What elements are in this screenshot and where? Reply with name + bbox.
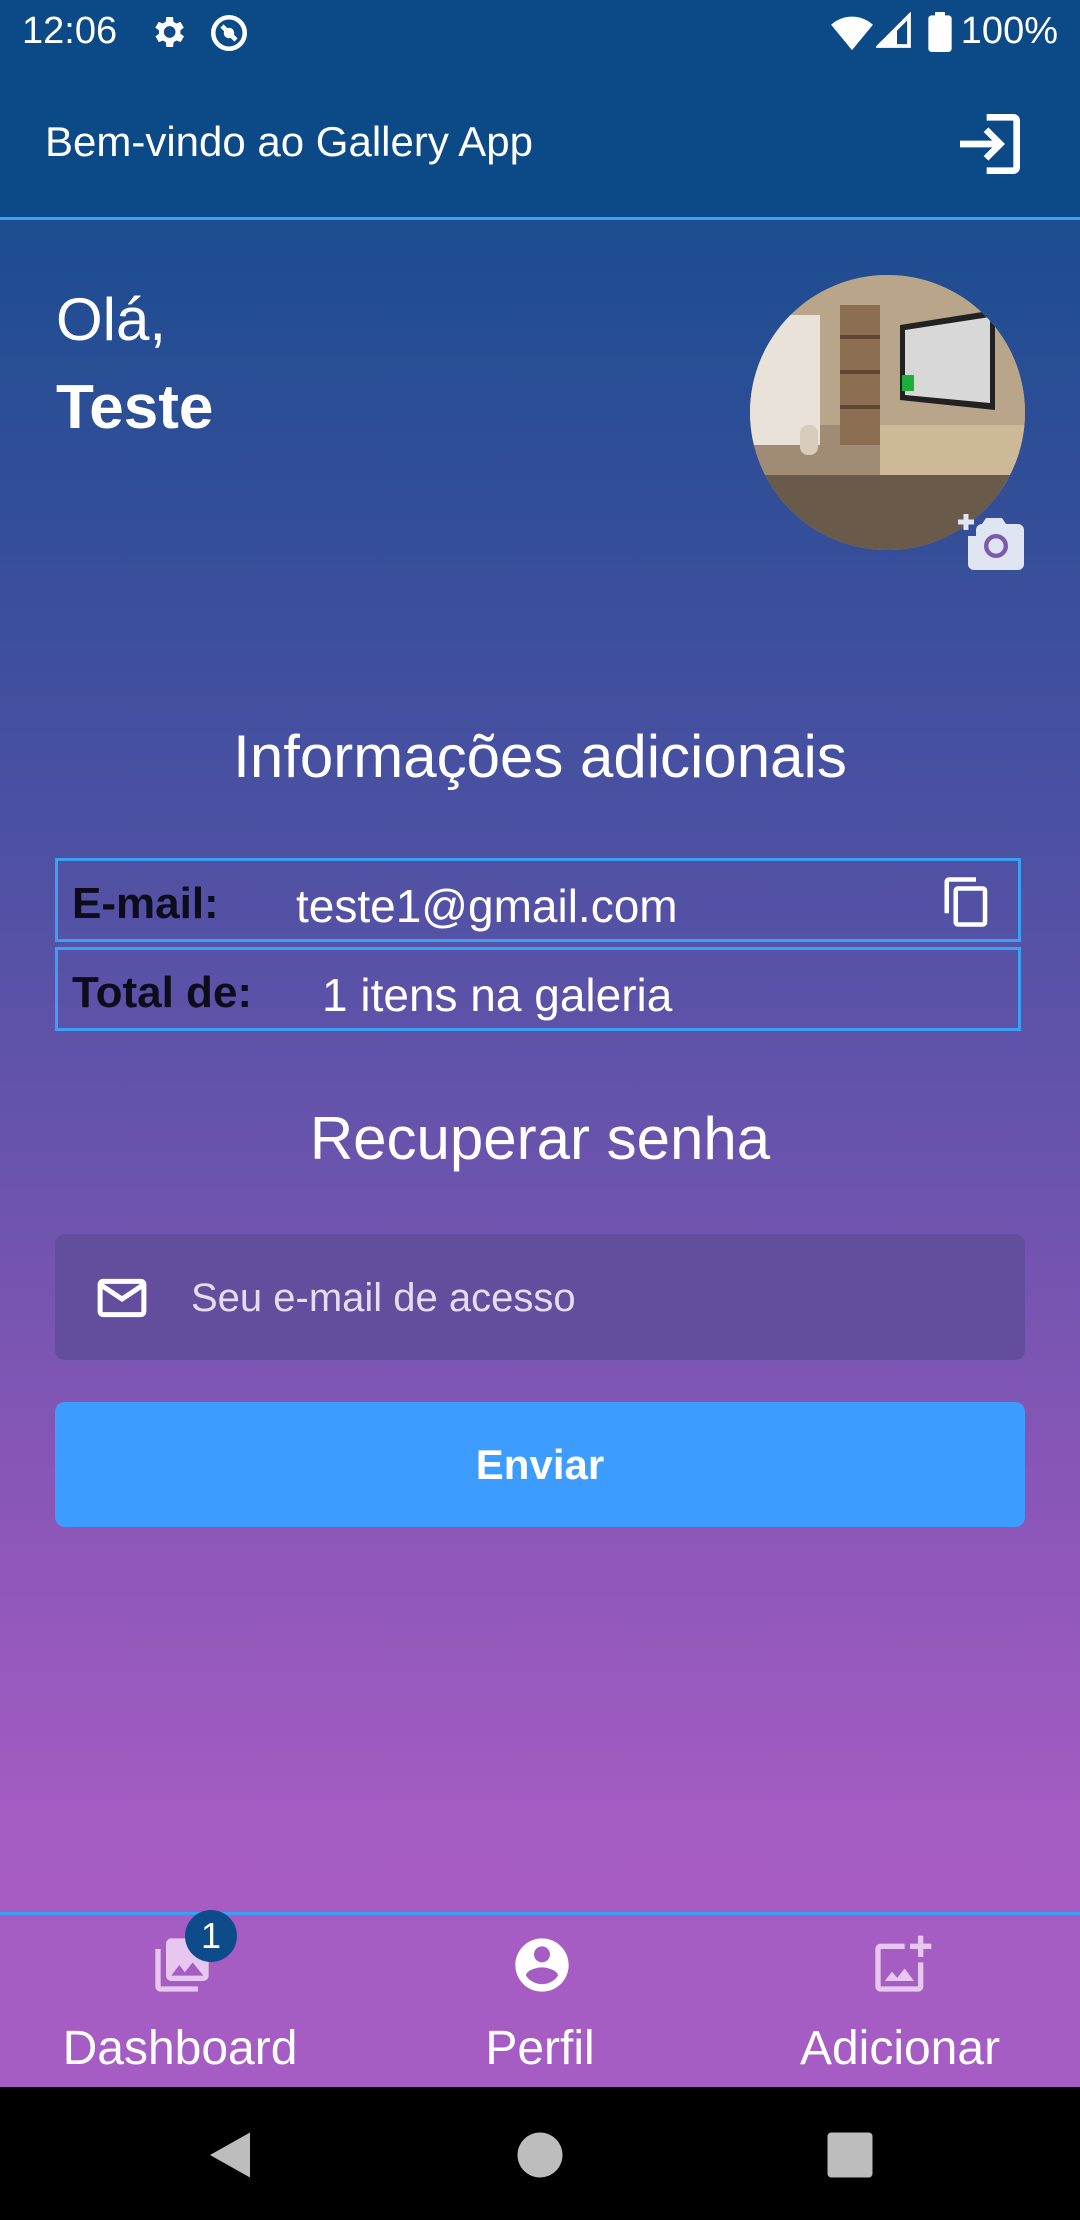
status-bar: 12:06 100% — [0, 0, 1080, 66]
nav-label-dashboard: Dashboard — [62, 2022, 298, 2075]
send-button[interactable]: Enviar — [55, 1402, 1025, 1527]
nav-item-dashboard[interactable]: 1 Dashboard — [0, 1910, 360, 2090]
greeting-text: Olá, — [56, 286, 167, 353]
back-icon[interactable] — [200, 2125, 260, 2185]
mail-icon — [97, 1278, 147, 1318]
info-section-title: Informações adicionais — [233, 723, 847, 790]
logout-icon[interactable] — [950, 104, 1030, 184]
add-photo-camera-icon[interactable] — [958, 512, 1026, 572]
email-value: teste1@gmail.com — [296, 880, 678, 932]
battery-percent: 100% — [960, 10, 1058, 52]
email-info-row: E-mail: teste1@gmail.com — [55, 858, 1021, 942]
bottom-navigation: 1 Dashboard Perfil Adicionar — [0, 1910, 1080, 2090]
battery-icon — [928, 12, 952, 52]
copy-icon[interactable] — [940, 873, 994, 931]
home-icon[interactable] — [510, 2125, 570, 2185]
app-title: Bem-vindo ao Gallery App — [45, 118, 533, 165]
gear-icon — [155, 17, 184, 47]
total-info-row: Total de: 1 itens na galeria — [55, 947, 1021, 1031]
nav-label-perfil: Perfil — [485, 2022, 595, 2075]
system-navigation-bar — [0, 2087, 1080, 2220]
app-bar: Bem-vindo ao Gallery App — [0, 66, 1080, 220]
recover-section-title: Recuperar senha — [309, 1105, 771, 1172]
add-photo-icon — [875, 1935, 932, 1992]
avatar-photo — [750, 275, 1025, 550]
sync-icon — [210, 14, 248, 52]
recents-icon[interactable] — [820, 2125, 880, 2185]
avatar[interactable] — [750, 275, 1025, 550]
app-screen: 12:06 100% Bem-vindo ao Gallery App Olá, — [0, 0, 1080, 2090]
nav-item-adicionar[interactable]: Adicionar — [720, 1915, 1080, 2090]
nav-item-perfil[interactable]: Perfil — [360, 1915, 720, 2090]
total-label: Total de: — [72, 968, 253, 1017]
user-name: Teste — [56, 373, 214, 442]
signal-icon — [876, 12, 911, 48]
nav-label-adicionar: Adicionar — [799, 2022, 1001, 2075]
account-circle-icon — [515, 1938, 569, 1992]
dashboard-badge: 1 — [185, 1910, 237, 1962]
status-time: 12:06 — [22, 10, 118, 52]
recover-email-input[interactable] — [189, 1262, 993, 1334]
wifi-icon — [831, 16, 873, 51]
email-label: E-mail: — [72, 879, 219, 928]
total-value: 1 itens na galeria — [322, 969, 673, 1021]
recover-email-field[interactable] — [55, 1234, 1025, 1360]
